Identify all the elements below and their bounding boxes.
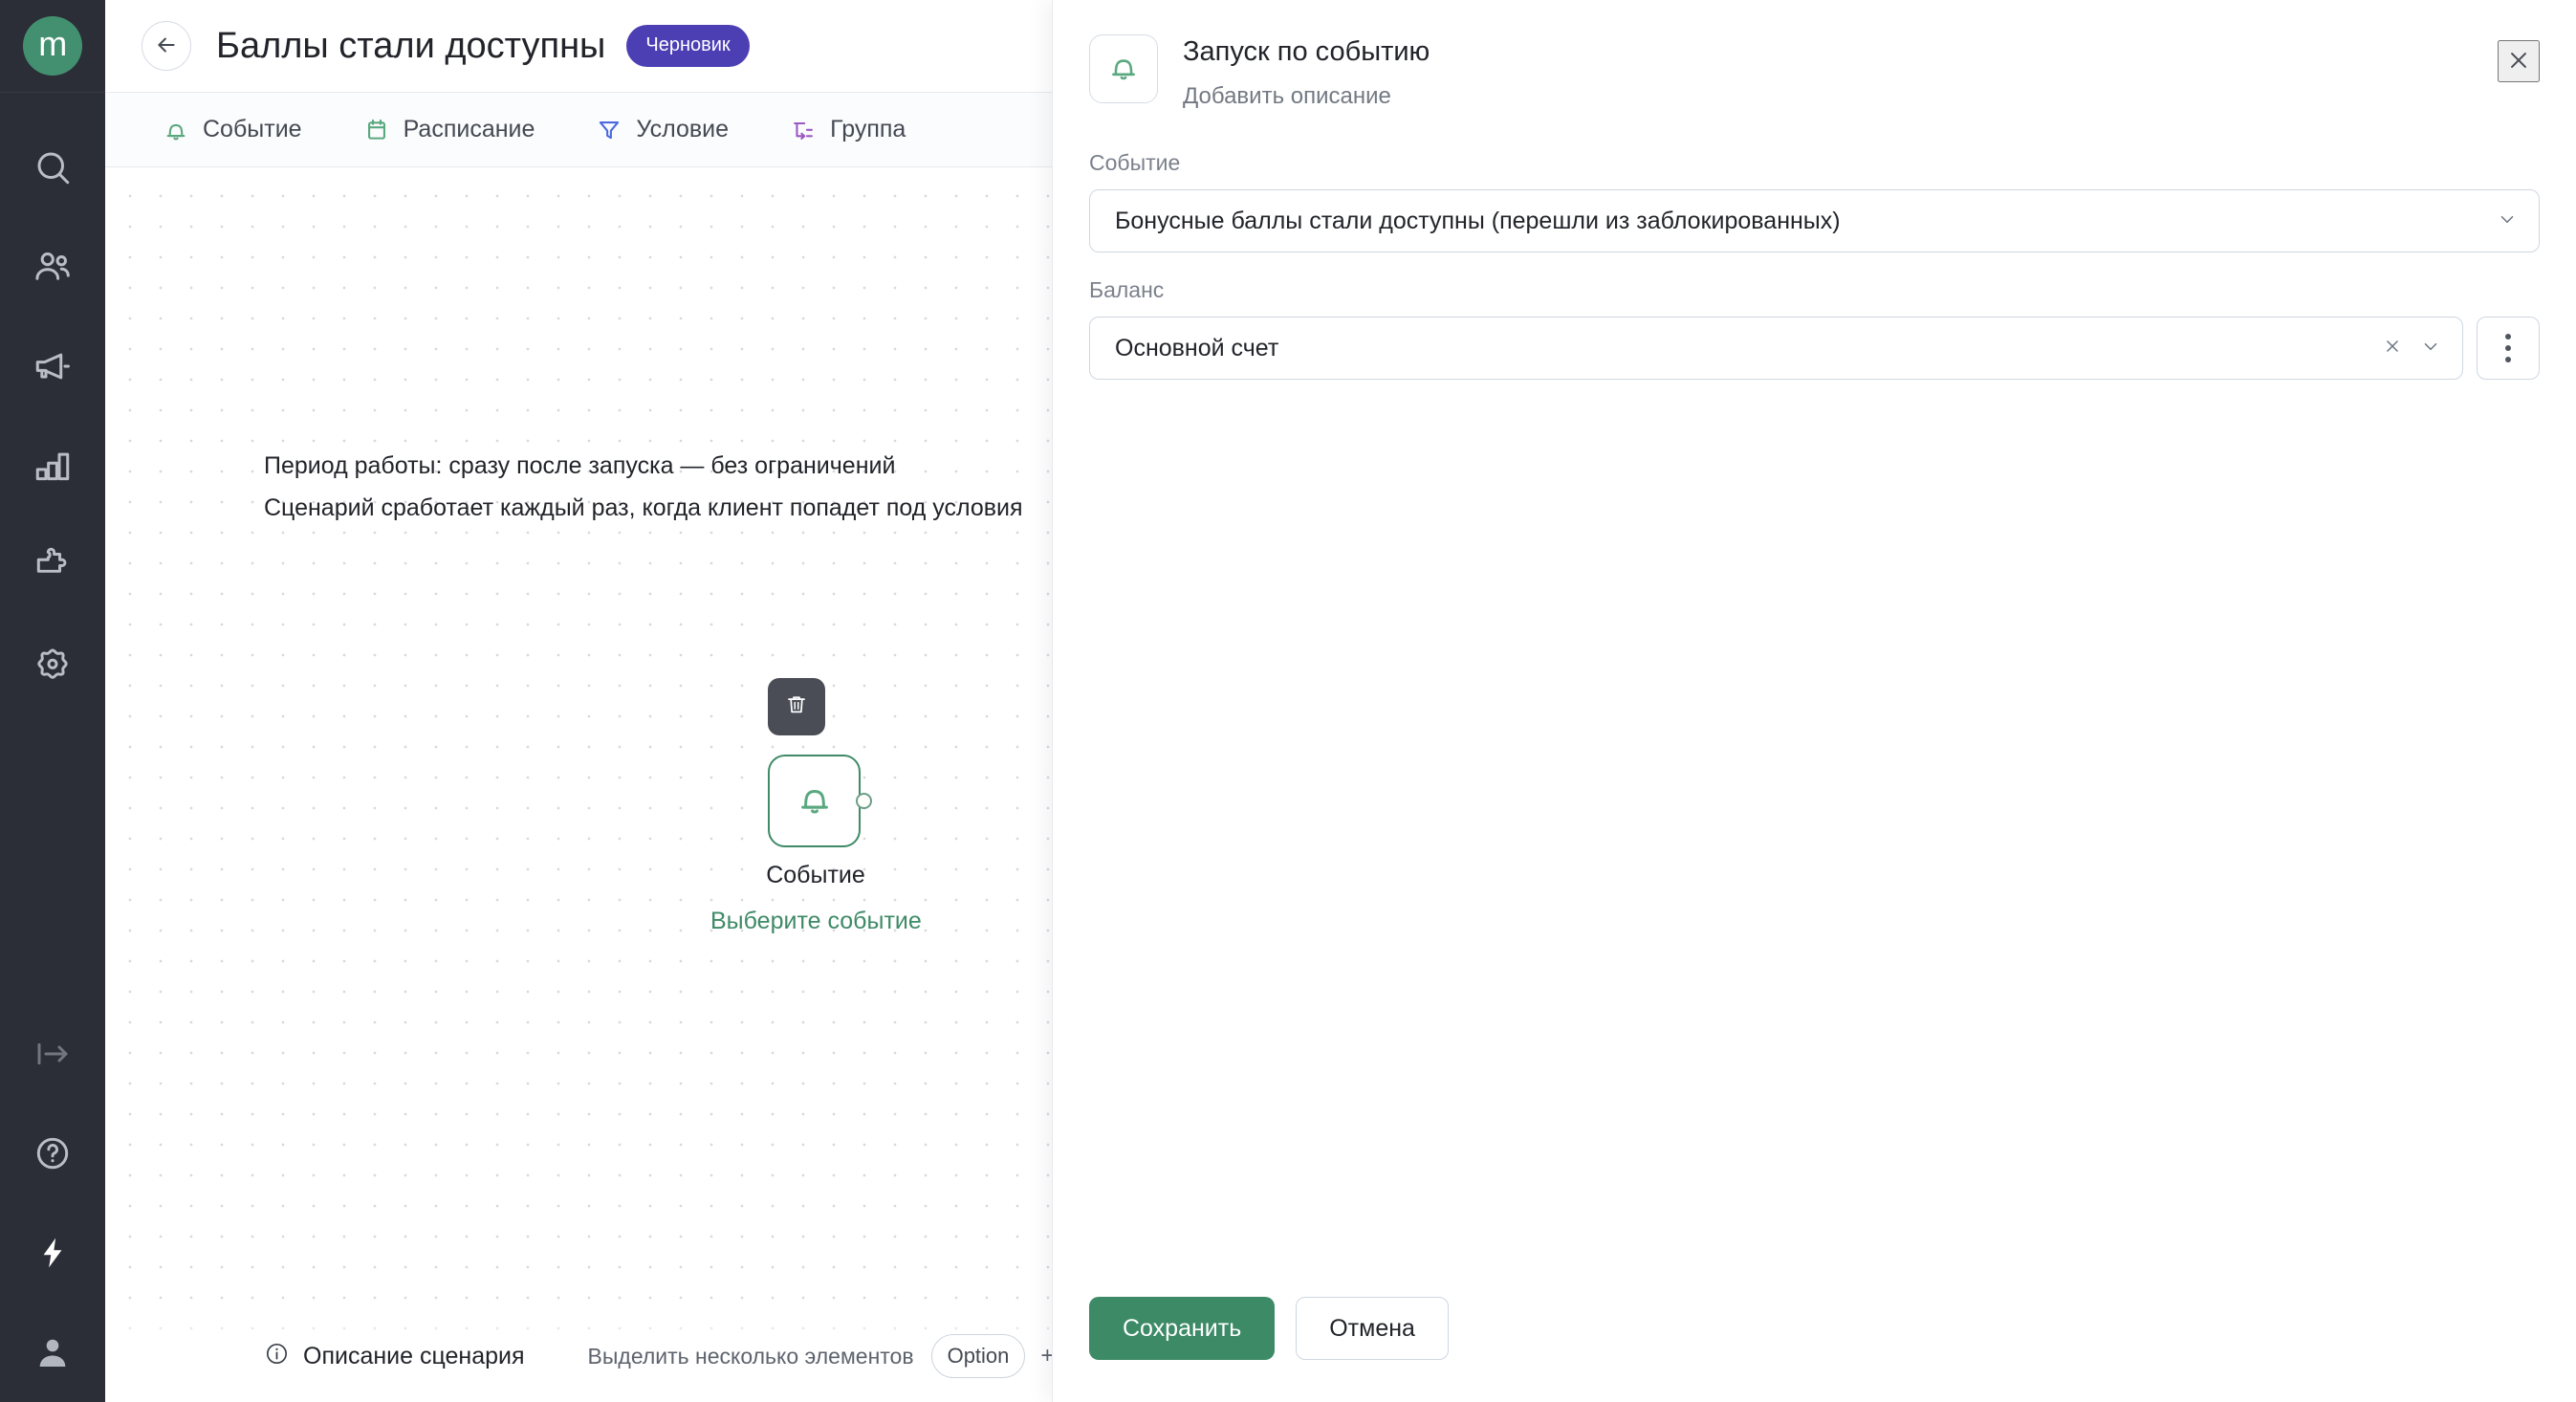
app-root: m Баллы стали доступны Черновик Событие …: [0, 0, 2576, 1402]
panel-node-icon-badge: [1089, 34, 1158, 103]
bell-icon: [1106, 50, 1141, 89]
calendar-icon: [363, 117, 390, 143]
field-event: Событие Бонусные баллы стали доступны (п…: [1089, 150, 2540, 252]
canvas-note-trigger: Сценарий сработает каждый раз, когда кли…: [264, 494, 1023, 521]
megaphone-icon: [33, 346, 73, 386]
left-sidebar: m: [0, 0, 105, 1402]
sidebar-item-clients[interactable]: [0, 217, 105, 317]
cancel-button[interactable]: Отмена: [1296, 1297, 1449, 1360]
sidebar-item-profile[interactable]: [0, 1303, 105, 1402]
clear-icon[interactable]: [2382, 336, 2403, 361]
panel-actions: Сохранить Отмена: [1053, 1297, 2576, 1402]
user-avatar-icon: [33, 1332, 73, 1372]
balance-more-options-button[interactable]: [2477, 317, 2540, 380]
panel-header-text: Запуск по событию Добавить описание: [1183, 34, 1430, 110]
node-event-box[interactable]: [768, 755, 861, 847]
tab-group[interactable]: Группа: [759, 93, 936, 167]
gear-icon: [33, 645, 73, 685]
puzzle-icon: [33, 545, 73, 585]
group-icon: [790, 117, 817, 143]
balance-select-value: Основной счет: [1115, 334, 1279, 361]
bell-icon: [795, 778, 835, 823]
panel-close-button[interactable]: [2498, 40, 2540, 82]
back-button[interactable]: [142, 21, 191, 71]
balance-select[interactable]: Основной счет: [1089, 317, 2463, 380]
event-select[interactable]: Бонусные баллы стали доступны (перешли и…: [1089, 189, 2540, 252]
close-icon: [2506, 48, 2531, 76]
option-key-chip: Option: [930, 1334, 1026, 1378]
expand-panel-icon: [33, 1034, 73, 1074]
scenario-description-button[interactable]: Описание сценария: [264, 1341, 525, 1371]
tab-event-label: Событие: [203, 116, 302, 142]
sidebar-item-quick-actions[interactable]: [0, 1203, 105, 1303]
chevron-down-icon[interactable]: [2420, 336, 2441, 361]
event-select-value: Бонусные баллы стали доступны (перешли и…: [1115, 207, 1841, 234]
field-balance: Баланс Основной счет: [1089, 277, 2540, 380]
canvas-note-period: Период работы: сразу после запуска — без…: [264, 452, 896, 479]
node-subtitle-link[interactable]: Выберите событие: [710, 908, 922, 935]
status-badge: Черновик: [626, 25, 750, 67]
panel-title: Запуск по событию: [1183, 36, 1430, 67]
logo-container[interactable]: m: [0, 0, 105, 93]
page-title: Баллы стали доступны: [216, 25, 606, 66]
field-balance-row: Основной счет: [1089, 317, 2540, 380]
panel-description-input[interactable]: Добавить описание: [1183, 83, 1430, 110]
lightning-icon: [33, 1233, 73, 1273]
brand-logo[interactable]: m: [23, 16, 82, 76]
sidebar-item-search[interactable]: [0, 118, 105, 217]
node-settings-panel: Запуск по событию Добавить описание Собы…: [1052, 0, 2576, 1402]
sidebar-item-settings[interactable]: [0, 615, 105, 714]
field-event-label: Событие: [1089, 150, 1181, 175]
sidebar-primary-nav: [0, 118, 105, 714]
event-select-actions: [2497, 208, 2518, 234]
panel-header: Запуск по событию Добавить описание: [1053, 0, 2576, 110]
sidebar-item-expand-panel[interactable]: [0, 1004, 105, 1104]
sidebar-item-analytics[interactable]: [0, 416, 105, 515]
clients-icon: [33, 247, 73, 287]
chevron-down-icon[interactable]: [2497, 208, 2518, 234]
bell-icon: [163, 117, 189, 143]
kebab-menu-icon: [2505, 334, 2511, 362]
node-delete-button[interactable]: [768, 678, 825, 735]
search-icon: [33, 147, 73, 187]
scenario-description-label: Описание сценария: [303, 1342, 525, 1369]
multiselect-hint-text: Выделить несколько элементов: [587, 1343, 914, 1369]
panel-form: Событие Бонусные баллы стали доступны (п…: [1053, 110, 2576, 1297]
tab-condition-label: Условие: [636, 116, 730, 142]
sidebar-bottom-nav: [0, 1004, 105, 1402]
tab-event[interactable]: Событие: [132, 93, 333, 167]
node-title: Событие: [766, 862, 865, 888]
field-balance-label: Баланс: [1089, 277, 1165, 302]
tab-condition[interactable]: Условие: [565, 93, 759, 167]
tab-schedule-label: Расписание: [403, 116, 535, 142]
tab-schedule[interactable]: Расписание: [333, 93, 566, 167]
sidebar-item-campaigns[interactable]: [0, 317, 105, 416]
trash-icon: [784, 692, 809, 722]
sidebar-item-help[interactable]: [0, 1104, 105, 1203]
balance-select-actions: [2382, 336, 2441, 361]
arrow-left-icon: [154, 33, 179, 60]
info-icon: [264, 1341, 290, 1371]
field-event-row: Бонусные баллы стали доступны (перешли и…: [1089, 189, 2540, 252]
filter-icon: [596, 117, 622, 143]
analytics-icon: [33, 446, 73, 486]
help-circle-icon: [33, 1133, 73, 1173]
sidebar-item-integrations[interactable]: [0, 515, 105, 615]
node-output-port[interactable]: [856, 793, 872, 809]
tab-group-label: Группа: [830, 116, 906, 142]
save-button[interactable]: Сохранить: [1089, 1297, 1276, 1360]
canvas-notes: Период работы: сразу после запуска — без…: [264, 445, 1023, 529]
